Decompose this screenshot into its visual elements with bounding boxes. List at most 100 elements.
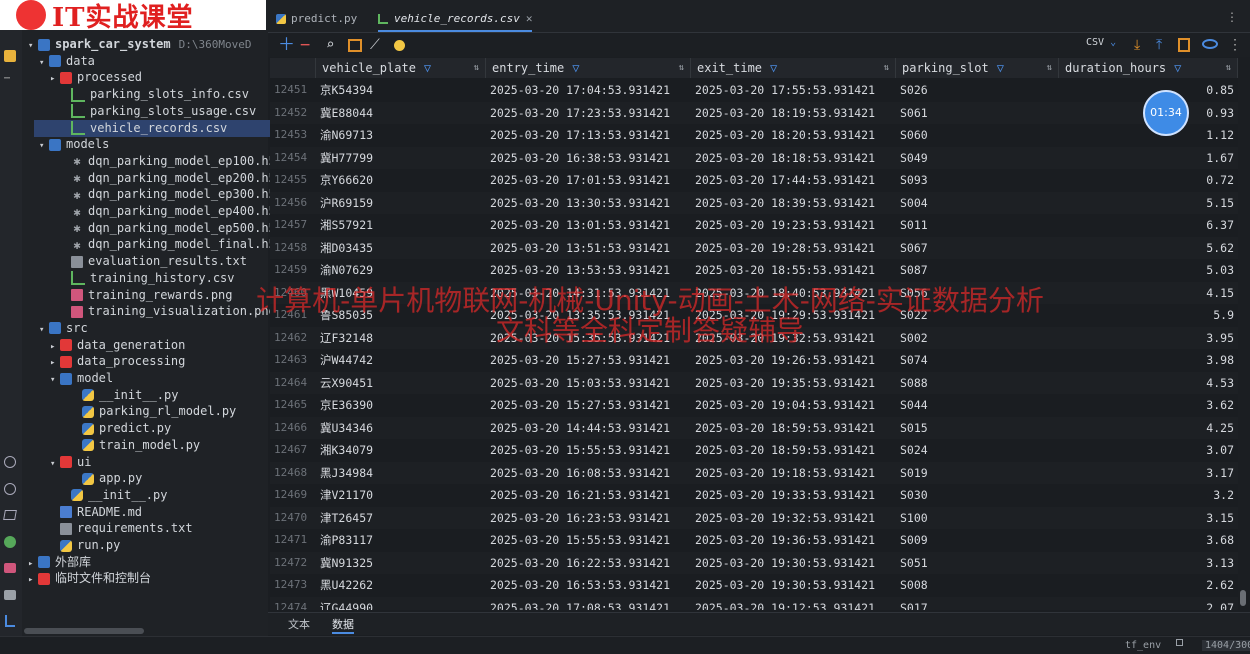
table-row[interactable]: 12462 辽F32148 2025-03-20 15:35:53.931421 20… bbox=[270, 326, 1238, 350]
tree-item[interactable]: vehicle_records.csv bbox=[34, 119, 287, 137]
cell-entry-time[interactable]: 2025-03-20 17:01:53.931421 bbox=[490, 169, 688, 192]
more-options-icon[interactable]: ⋮ bbox=[1226, 10, 1238, 24]
problems-icon[interactable] bbox=[4, 590, 16, 600]
cell-vehicle-plate[interactable]: 黑J34984 bbox=[320, 462, 480, 485]
tree-item[interactable]: ▾ data bbox=[22, 53, 95, 70]
cell-exit-time[interactable]: 2025-03-20 18:20:53.931421 bbox=[695, 124, 893, 147]
cell-exit-time[interactable]: 2025-03-20 18:40:53.931421 bbox=[695, 282, 893, 305]
cell-entry-time[interactable]: 2025-03-20 15:27:53.931421 bbox=[490, 349, 688, 372]
tree-item[interactable]: ▸ processed bbox=[22, 69, 142, 86]
cell-vehicle-plate[interactable]: 黑U42262 bbox=[320, 574, 480, 597]
tree-item[interactable]: ✱ dqn_parking_model_ep400.h5 bbox=[22, 203, 275, 220]
table-row[interactable]: 12460 黑W10459 2025-03-20 14:31:53.931421 20… bbox=[270, 281, 1238, 305]
cell-vehicle-plate[interactable]: 辽F32148 bbox=[320, 327, 480, 350]
cell-exit-time[interactable]: 2025-03-20 19:32:53.931421 bbox=[695, 507, 893, 530]
tree-item[interactable]: ✱ dqn_parking_model_final.h5 bbox=[22, 236, 275, 253]
cell-vehicle-plate[interactable]: 冀U34346 bbox=[320, 417, 480, 440]
table-row[interactable]: 12453 渝N69713 2025-03-20 17:13:53.931421 20… bbox=[270, 124, 1238, 147]
highlight-icon[interactable] bbox=[394, 40, 405, 51]
cell-duration-hours[interactable]: 3.2 bbox=[1062, 484, 1234, 507]
cell-vehicle-plate[interactable]: 湘D03435 bbox=[320, 237, 480, 260]
tree-item[interactable]: ▾ models bbox=[22, 136, 109, 153]
table-row[interactable]: 12468 黑J34984 2025-03-20 16:08:53.931421 20… bbox=[270, 461, 1238, 485]
column-header-parking-slot[interactable]: parking_slot ▽ ⇅ bbox=[896, 58, 1059, 78]
cell-parking-slot[interactable]: S051 bbox=[900, 552, 1050, 575]
table-row[interactable]: 12458 湘D03435 2025-03-20 13:51:53.931421 20… bbox=[270, 236, 1238, 260]
table-row[interactable]: 12467 湘K34079 2025-03-20 15:55:53.931421 20… bbox=[270, 439, 1238, 462]
cell-entry-time[interactable]: 2025-03-20 16:23:53.931421 bbox=[490, 507, 688, 530]
cell-duration-hours[interactable]: 3.68 bbox=[1062, 529, 1234, 552]
cell-parking-slot[interactable]: S088 bbox=[900, 372, 1050, 395]
tree-item[interactable]: ▸ 外部库 bbox=[22, 554, 91, 571]
sort-icon[interactable]: ⇅ bbox=[474, 58, 479, 78]
remove-row-icon[interactable]: − bbox=[300, 36, 310, 54]
table-row[interactable]: 12469 津V21170 2025-03-20 16:21:53.931421 20… bbox=[270, 484, 1238, 507]
cell-parking-slot[interactable]: S067 bbox=[900, 237, 1050, 260]
cell-parking-slot[interactable]: S093 bbox=[900, 169, 1050, 192]
table-row[interactable]: 12451 京K54394 2025-03-20 17:04:53.931421 20… bbox=[270, 79, 1238, 102]
services-icon[interactable] bbox=[4, 483, 16, 495]
cell-vehicle-plate[interactable]: 渝P83117 bbox=[320, 529, 480, 552]
tree-item[interactable]: ✱ dqn_parking_model_ep300.h5 bbox=[22, 186, 275, 203]
tree-item[interactable]: run.py bbox=[22, 537, 120, 554]
cell-entry-time[interactable]: 2025-03-20 15:27:53.931421 bbox=[490, 394, 688, 417]
cell-duration-hours[interactable]: 4.53 bbox=[1062, 372, 1234, 395]
cell-exit-time[interactable]: 2025-03-20 18:59:53.931421 bbox=[695, 439, 893, 462]
cell-exit-time[interactable]: 2025-03-20 19:12:53.931421 bbox=[695, 597, 893, 611]
table-row[interactable]: 12471 渝P83117 2025-03-20 15:55:53.931421 20… bbox=[270, 529, 1238, 552]
table-row[interactable]: 12466 冀U34346 2025-03-20 14:44:53.931421 20… bbox=[270, 416, 1238, 440]
cell-parking-slot[interactable]: S074 bbox=[900, 349, 1050, 372]
table-row[interactable]: 12474 辽G44990 2025-03-20 17:08:53.931421 20… bbox=[270, 596, 1238, 611]
cell-vehicle-plate[interactable]: 冀E88044 bbox=[320, 102, 480, 125]
column-header-duration-hours[interactable]: duration_hours ▽ ⇅ bbox=[1059, 58, 1238, 78]
cell-vehicle-plate[interactable]: 渝N07629 bbox=[320, 259, 480, 282]
cell-parking-slot[interactable]: S044 bbox=[900, 394, 1050, 417]
cell-parking-slot[interactable]: S060 bbox=[900, 124, 1050, 147]
cell-parking-slot[interactable]: S061 bbox=[900, 102, 1050, 125]
cell-parking-slot[interactable]: S100 bbox=[900, 507, 1050, 530]
cell-exit-time[interactable]: 2025-03-20 18:18:53.931421 bbox=[695, 147, 893, 170]
tree-item[interactable]: ✱ dqn_parking_model_ep500.h5 bbox=[22, 220, 275, 237]
download-icon[interactable]: ⤓ bbox=[1134, 36, 1140, 54]
filter-icon[interactable]: ▽ bbox=[1174, 61, 1181, 75]
tree-item[interactable]: __init__.py bbox=[22, 487, 167, 504]
cell-parking-slot[interactable]: S002 bbox=[900, 327, 1050, 350]
vertical-scrollbar[interactable] bbox=[1240, 590, 1246, 606]
cell-exit-time[interactable]: 2025-03-20 17:44:53.931421 bbox=[695, 169, 893, 192]
horizontal-scrollbar[interactable] bbox=[24, 628, 144, 634]
cell-entry-time[interactable]: 2025-03-20 15:55:53.931421 bbox=[490, 439, 688, 462]
table-row[interactable]: 12452 冀E88044 2025-03-20 17:23:53.931421 20… bbox=[270, 101, 1238, 125]
cell-parking-slot[interactable]: S009 bbox=[900, 529, 1050, 552]
cell-parking-slot[interactable]: S026 bbox=[900, 79, 1050, 102]
tree-item[interactable]: ▸ data_generation bbox=[22, 337, 185, 354]
cell-duration-hours[interactable]: 3.13 bbox=[1062, 552, 1234, 575]
cell-entry-time[interactable]: 2025-03-20 13:53:53.931421 bbox=[490, 259, 688, 282]
cell-parking-slot[interactable]: S019 bbox=[900, 462, 1050, 485]
cell-vehicle-plate[interactable]: 冀H77799 bbox=[320, 147, 480, 170]
cell-exit-time[interactable]: 2025-03-20 19:33:53.931421 bbox=[695, 484, 893, 507]
cell-entry-time[interactable]: 2025-03-20 15:03:53.931421 bbox=[490, 372, 688, 395]
cell-parking-slot[interactable]: S022 bbox=[900, 304, 1050, 327]
sort-icon[interactable]: ⇅ bbox=[1047, 58, 1052, 78]
python-env[interactable]: tf_env bbox=[1125, 640, 1161, 651]
cell-entry-time[interactable]: 2025-03-20 16:38:53.931421 bbox=[490, 147, 688, 170]
cell-duration-hours[interactable]: 6.37 bbox=[1062, 214, 1234, 237]
table-row[interactable]: 12454 冀H77799 2025-03-20 16:38:53.931421 20… bbox=[270, 146, 1238, 170]
filter-icon[interactable]: ▽ bbox=[424, 61, 431, 75]
cell-vehicle-plate[interactable]: 津T26457 bbox=[320, 507, 480, 530]
cell-exit-time[interactable]: 2025-03-20 19:35:53.931421 bbox=[695, 372, 893, 395]
cell-duration-hours[interactable]: 3.98 bbox=[1062, 349, 1234, 372]
tree-item[interactable]: train_model.py bbox=[22, 437, 200, 454]
cell-vehicle-plate[interactable]: 云X90451 bbox=[320, 372, 480, 395]
upload-icon[interactable]: ⤒ bbox=[1156, 36, 1162, 54]
git-icon[interactable] bbox=[5, 615, 15, 627]
tree-item[interactable]: parking_slots_info.csv bbox=[22, 86, 249, 103]
cell-entry-time[interactable]: 2025-03-20 17:08:53.931421 bbox=[490, 597, 688, 611]
cell-entry-time[interactable]: 2025-03-20 14:31:53.931421 bbox=[490, 282, 688, 305]
search-icon[interactable]: ⌕ bbox=[326, 36, 334, 54]
cell-entry-time[interactable]: 2025-03-20 15:35:53.931421 bbox=[490, 327, 688, 350]
cell-duration-hours[interactable]: 2.62 bbox=[1062, 574, 1234, 597]
cell-duration-hours[interactable]: 5.03 bbox=[1062, 259, 1234, 282]
filter-icon[interactable]: ▽ bbox=[997, 61, 1004, 75]
cell-exit-time[interactable]: 2025-03-20 19:04:53.931421 bbox=[695, 394, 893, 417]
